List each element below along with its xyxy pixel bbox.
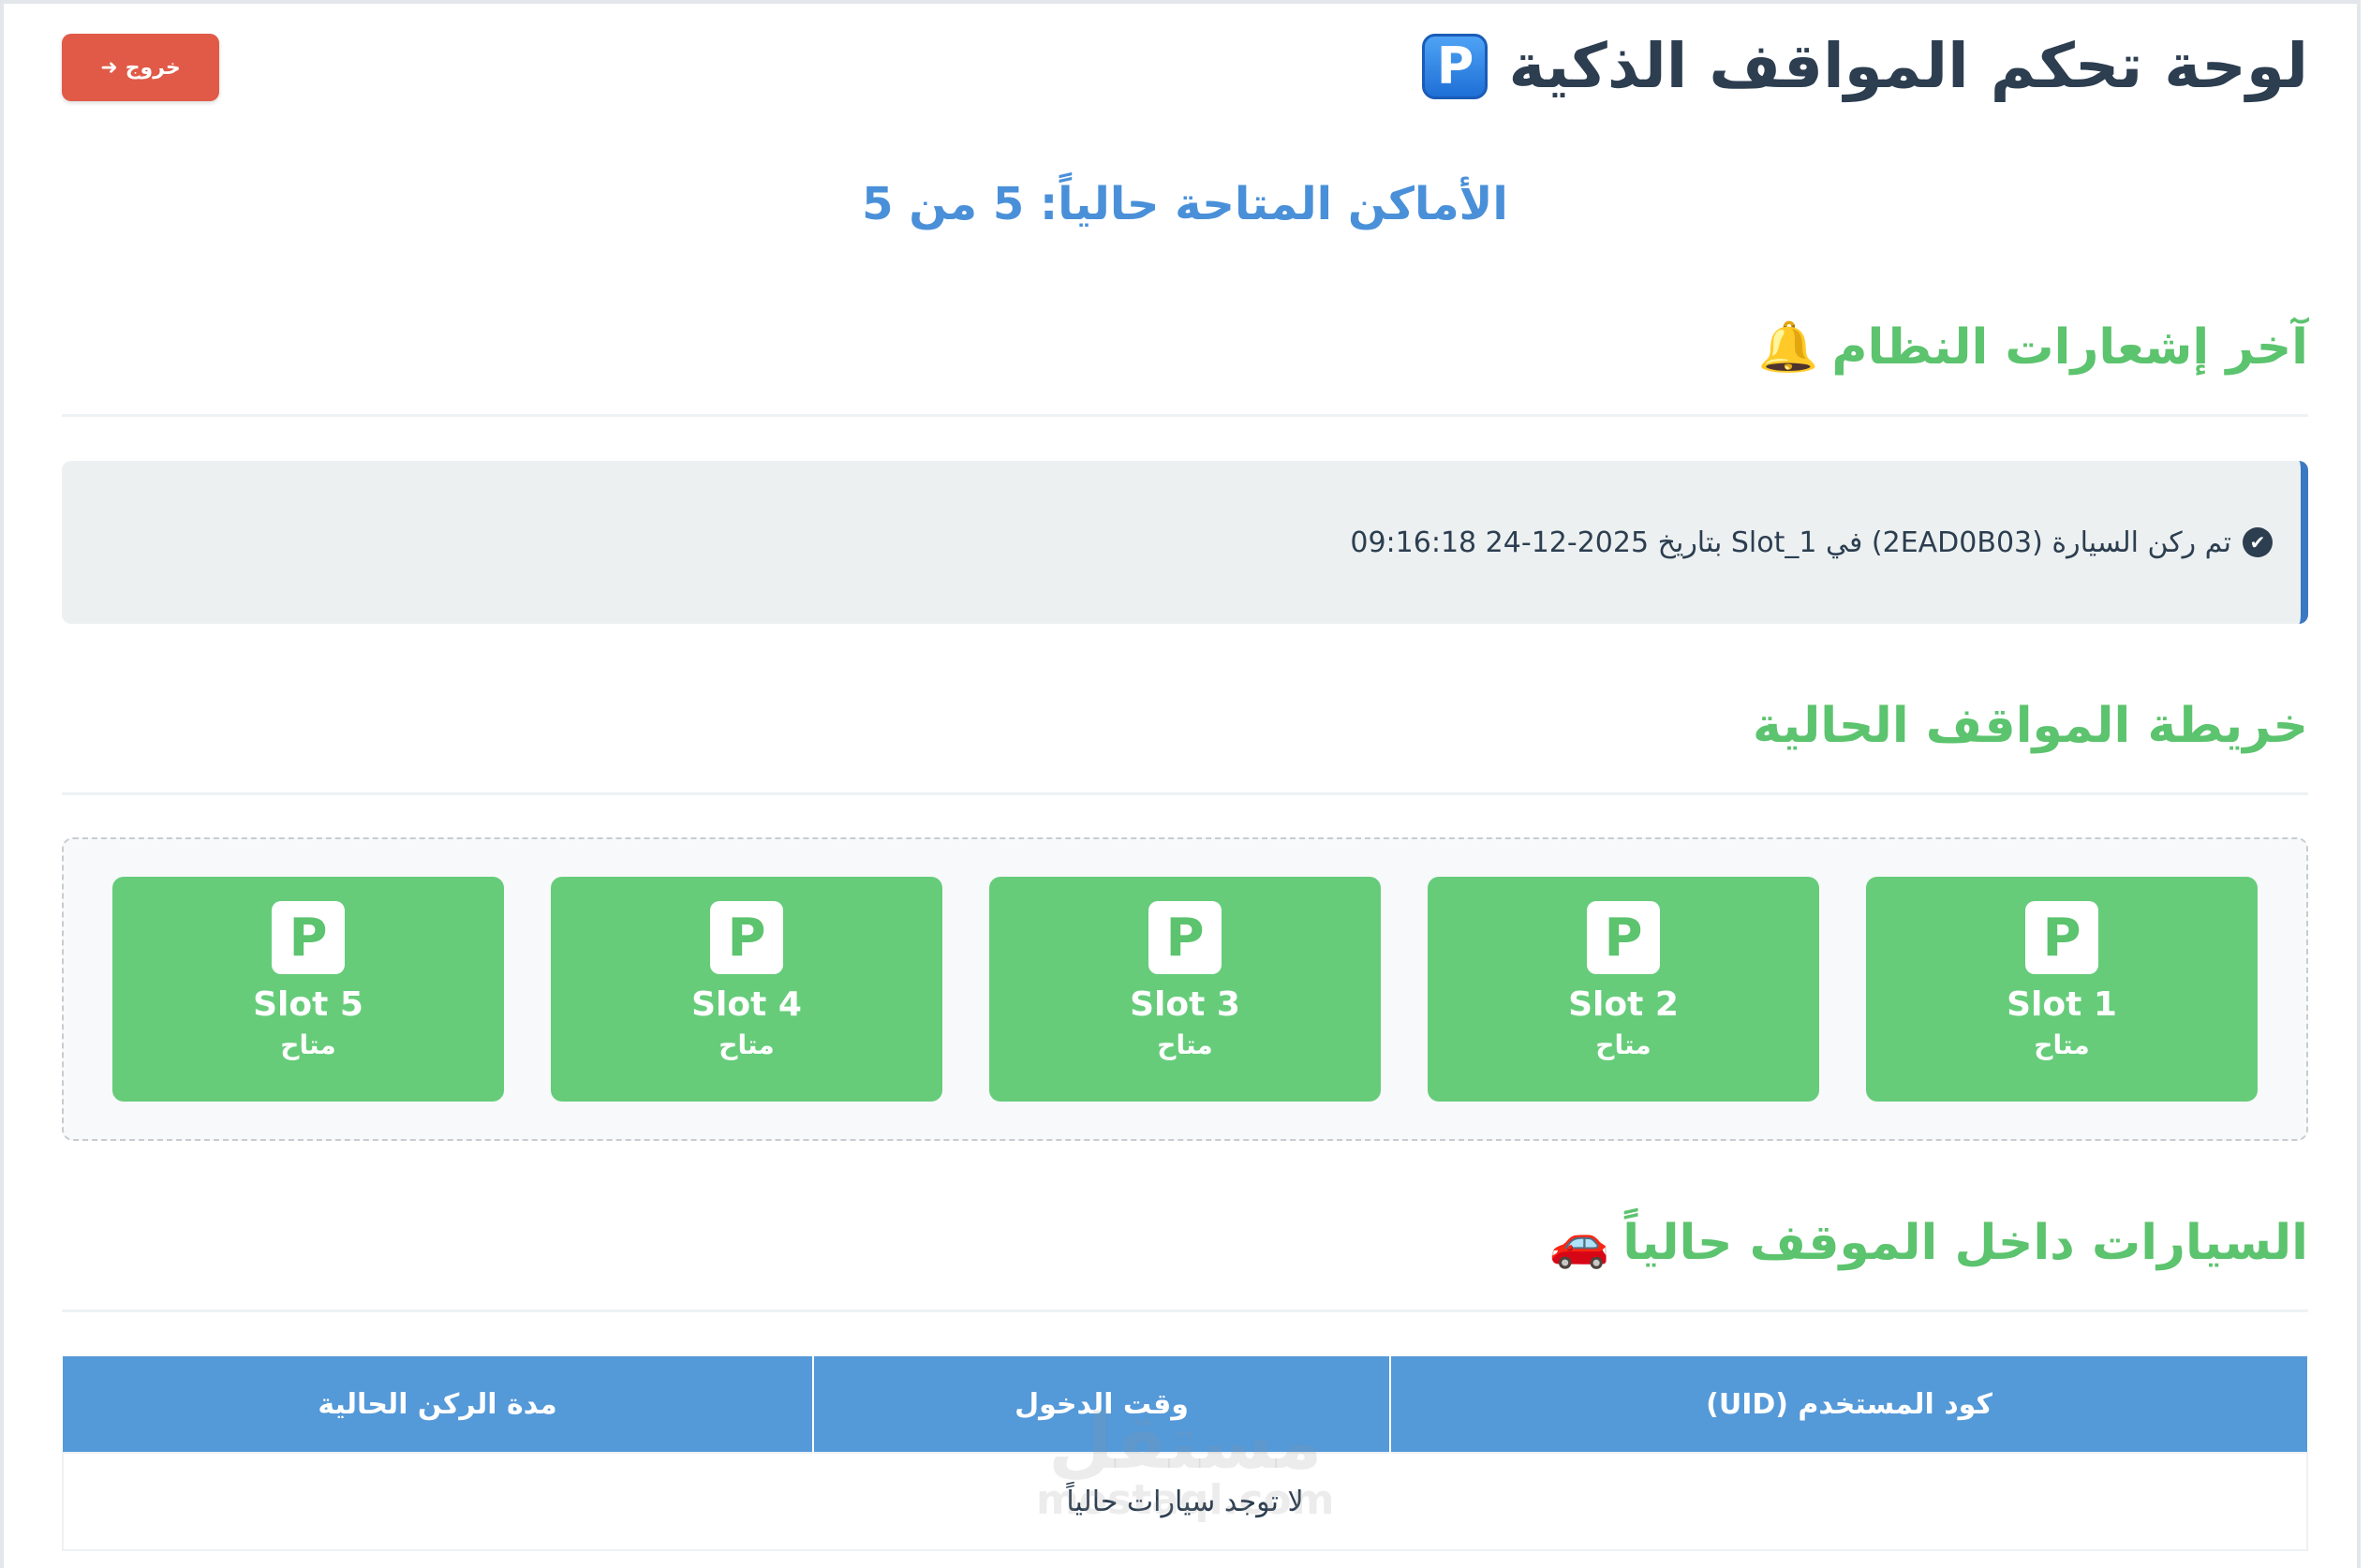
cars-title-text: السيارات داخل الموقف حالياً (1622, 1214, 2308, 1271)
slot-name: Slot 3 (1130, 985, 1240, 1024)
page-title: لوحة تحكم المواقف الذكية P (1422, 30, 2308, 102)
table-header-row: كود المستخدم (UID) وقت الدخول مدة الركن … (63, 1356, 2307, 1453)
slot-card-1[interactable]: P Slot 1 متاح (1866, 877, 2258, 1102)
parking-map-title: خريطة المواقف الحالية (1753, 698, 2308, 754)
column-header-uid[interactable]: كود المستخدم (UID) (1389, 1356, 2307, 1453)
notification-item: ✔ تم ركن السيارة (2EAD0B03) في Slot_1 بت… (62, 461, 2308, 624)
car-icon: 🚗 (1548, 1215, 1610, 1271)
cars-title: السيارات داخل الموقف حالياً 🚗 (1548, 1214, 2308, 1272)
parking-icon: P (2025, 901, 2098, 974)
sign-out-icon: ➜ (100, 55, 118, 80)
parking-icon: P (710, 901, 783, 974)
notifications-title-text: آخر إشعارات النظام (1831, 318, 2308, 376)
column-header-duration[interactable]: مدة الركن الحالية (63, 1356, 814, 1453)
check-circle-icon: ✔ (2243, 527, 2273, 557)
header: لوحة تحكم المواقف الذكية P خروج ➜ (62, 21, 2308, 124)
slot-status: متاح (1157, 1029, 1213, 1060)
slot-grid: P Slot 1 متاح P Slot 2 متاح P Slot 3 متا… (112, 877, 2258, 1102)
page-title-text: لوحة تحكم المواقف الذكية (1508, 30, 2308, 102)
availability-summary: الأماكن المتاحة حالياً: 5 من 5 (862, 178, 1508, 230)
notifications-title: آخر إشعارات النظام 🔔 (1757, 318, 2308, 377)
slot-card-2[interactable]: P Slot 2 متاح (1428, 877, 1819, 1102)
slot-status: متاح (2034, 1029, 2090, 1060)
slot-name: Slot 2 (1568, 985, 1679, 1024)
table-row: لا توجد سيارات حالياً (62, 1452, 2308, 1551)
slot-card-3[interactable]: P Slot 3 متاح (989, 877, 1381, 1102)
section-divider (62, 414, 2308, 417)
slot-status: متاح (1595, 1029, 1652, 1060)
parking-icon: P (272, 901, 345, 974)
slot-name: Slot 5 (253, 985, 363, 1024)
parking-icon: P (1422, 33, 1489, 99)
slot-status: متاح (718, 1029, 775, 1060)
cars-table: كود المستخدم (UID) وقت الدخول مدة الركن … (62, 1356, 2308, 1551)
logout-button[interactable]: خروج ➜ (62, 34, 219, 101)
slot-name: Slot 1 (2007, 985, 2117, 1024)
slot-card-5[interactable]: P Slot 5 متاح (112, 877, 504, 1102)
column-header-entry-time[interactable]: وقت الدخول (812, 1356, 1391, 1453)
notification-text: تم ركن السيارة (2EAD0B03) في Slot_1 بتار… (1350, 525, 2231, 559)
slot-card-4[interactable]: P Slot 4 متاح (551, 877, 942, 1102)
logout-label: خروج (125, 55, 181, 80)
slot-name: Slot 4 (691, 985, 802, 1024)
section-divider (62, 792, 2308, 795)
page-frame (0, 0, 2361, 1568)
parking-icon: P (1587, 901, 1660, 974)
slot-status: متاح (280, 1029, 336, 1060)
section-divider (62, 1309, 2308, 1312)
bell-icon: 🔔 (1757, 319, 1819, 376)
parking-icon: P (1148, 901, 1222, 974)
parking-map: P Slot 1 متاح P Slot 2 متاح P Slot 3 متا… (62, 837, 2308, 1141)
empty-state-text: لا توجد سيارات حالياً (62, 1452, 2308, 1551)
